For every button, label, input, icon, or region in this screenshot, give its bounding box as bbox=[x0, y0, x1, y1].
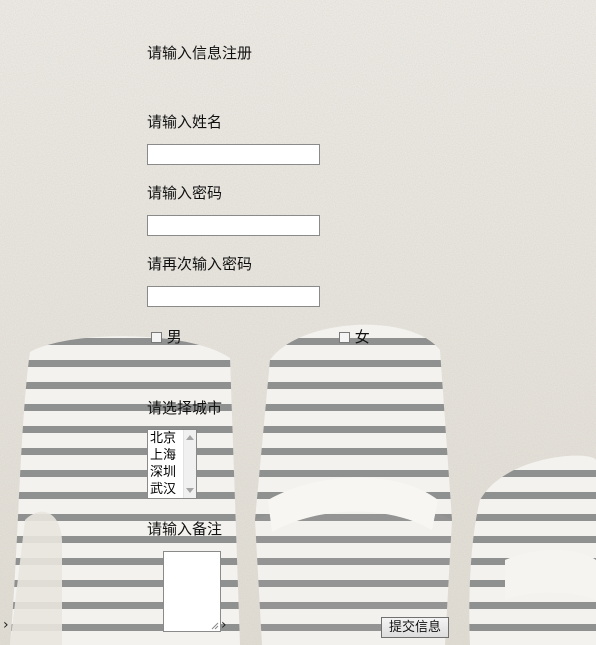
form-title: 请输入信息注册 bbox=[147, 44, 253, 62]
password-confirm-label: 请再次输入密码 bbox=[147, 255, 253, 273]
city-label: 请选择城市 bbox=[147, 399, 223, 417]
gender-female-option[interactable]: 女 bbox=[339, 326, 370, 347]
scroll-up-icon[interactable] bbox=[186, 435, 194, 440]
chevron-right-icon: › bbox=[221, 617, 227, 633]
password-input[interactable] bbox=[147, 215, 320, 236]
female-checkbox[interactable] bbox=[339, 332, 350, 343]
submit-button[interactable]: 提交信息 bbox=[381, 617, 450, 638]
remarks-textarea[interactable] bbox=[163, 551, 221, 632]
remarks-label: 请输入备注 bbox=[147, 520, 223, 538]
male-checkbox[interactable] bbox=[151, 332, 162, 343]
city-select-scrollbar[interactable] bbox=[183, 430, 196, 498]
gender-male-option[interactable]: 男 bbox=[151, 326, 182, 347]
name-input[interactable] bbox=[147, 144, 320, 165]
male-label: 男 bbox=[166, 328, 182, 346]
chevron-right-icon: › bbox=[3, 617, 9, 633]
resize-grip-icon[interactable] bbox=[211, 622, 219, 630]
name-label: 请输入姓名 bbox=[147, 113, 223, 131]
password-label: 请输入密码 bbox=[147, 184, 223, 202]
scroll-down-icon[interactable] bbox=[186, 488, 194, 493]
password-confirm-input[interactable] bbox=[147, 286, 320, 307]
female-label: 女 bbox=[354, 328, 370, 346]
background-image bbox=[0, 0, 596, 645]
city-select[interactable]: 北京 上海 深圳 武汉 bbox=[147, 429, 197, 499]
